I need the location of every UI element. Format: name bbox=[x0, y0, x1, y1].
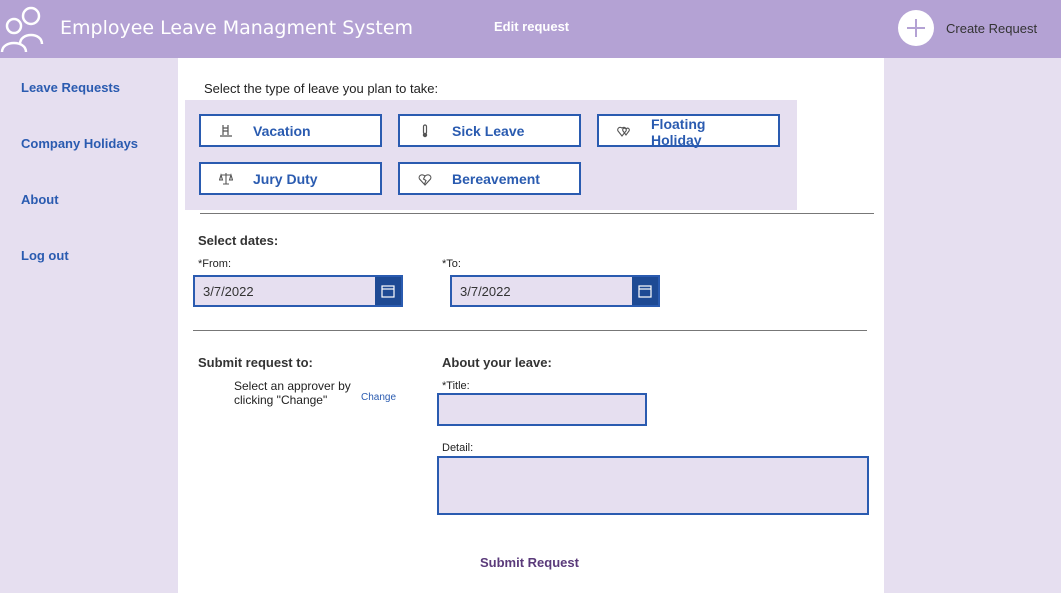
leave-option-label: Floating Holiday bbox=[651, 116, 706, 148]
about-leave-heading: About your leave: bbox=[442, 355, 552, 370]
leave-option-label: Sick Leave bbox=[452, 122, 525, 139]
approver-hint: Select an approver by clicking "Change" bbox=[234, 379, 351, 407]
to-date-value: 3/7/2022 bbox=[460, 283, 511, 299]
app-title: Employee Leave Managment System bbox=[60, 17, 414, 39]
to-label: *To: bbox=[442, 258, 461, 270]
sidebar-item-about[interactable]: About bbox=[21, 192, 59, 207]
submit-to-heading: Submit request to: bbox=[198, 355, 313, 370]
change-approver-link[interactable]: Change bbox=[361, 392, 396, 403]
title-label: *Title: bbox=[442, 380, 470, 392]
people-icon bbox=[0, 6, 44, 53]
broken-heart-icon bbox=[418, 174, 432, 186]
leave-option-label: Jury Duty bbox=[253, 170, 318, 187]
leave-option-bereavement[interactable]: Bereavement bbox=[398, 162, 581, 195]
header-bar: Employee Leave Managment System Edit req… bbox=[0, 0, 1061, 58]
leave-option-floating-holiday[interactable]: Floating Holiday bbox=[597, 114, 780, 148]
leave-option-vacation[interactable]: Vacation bbox=[199, 114, 382, 147]
plus-icon bbox=[898, 10, 934, 46]
app-root: Employee Leave Managment System Edit req… bbox=[0, 0, 1061, 593]
right-pane bbox=[884, 58, 1061, 593]
scales-icon bbox=[219, 173, 233, 185]
from-date-value: 3/7/2022 bbox=[203, 283, 254, 299]
divider bbox=[200, 213, 874, 214]
to-date-picker[interactable]: 3/7/2022 bbox=[450, 275, 660, 307]
create-request-label: Create Request bbox=[946, 20, 1038, 36]
detail-input[interactable] bbox=[437, 456, 869, 515]
pool-ladder-icon bbox=[220, 125, 232, 137]
leave-type-group: Vacation Sick Leave Floating Holiday Jur… bbox=[185, 100, 797, 210]
calendar-icon[interactable] bbox=[375, 277, 401, 305]
from-date-picker[interactable]: 3/7/2022 bbox=[193, 275, 403, 307]
detail-label: Detail: bbox=[442, 442, 474, 454]
sidebar-item-log-out[interactable]: Log out bbox=[21, 248, 69, 263]
sidebar-item-company-holidays[interactable]: Company Holidays bbox=[21, 136, 138, 151]
submit-request-button[interactable]: Submit Request bbox=[480, 555, 579, 570]
select-dates-heading: Select dates: bbox=[198, 233, 279, 248]
title-input[interactable] bbox=[437, 393, 647, 426]
from-label: *From: bbox=[198, 258, 231, 270]
divider bbox=[193, 330, 867, 331]
page-title: Edit request bbox=[494, 19, 570, 34]
leave-type-prompt: Select the type of leave you plan to tak… bbox=[204, 81, 439, 96]
thermometer-icon bbox=[422, 124, 428, 138]
leave-option-sick-leave[interactable]: Sick Leave bbox=[398, 114, 581, 147]
hearts-icon bbox=[617, 126, 630, 137]
sidebar-item-leave-requests[interactable]: Leave Requests bbox=[21, 80, 120, 95]
create-request-button[interactable]: Create Request bbox=[898, 10, 1037, 46]
leave-option-label: Bereavement bbox=[452, 170, 540, 187]
leave-option-jury-duty[interactable]: Jury Duty bbox=[199, 162, 382, 195]
calendar-icon[interactable] bbox=[632, 277, 658, 305]
sidebar: Leave Requests Company Holidays About Lo… bbox=[0, 58, 178, 593]
leave-option-label: Vacation bbox=[253, 122, 311, 139]
